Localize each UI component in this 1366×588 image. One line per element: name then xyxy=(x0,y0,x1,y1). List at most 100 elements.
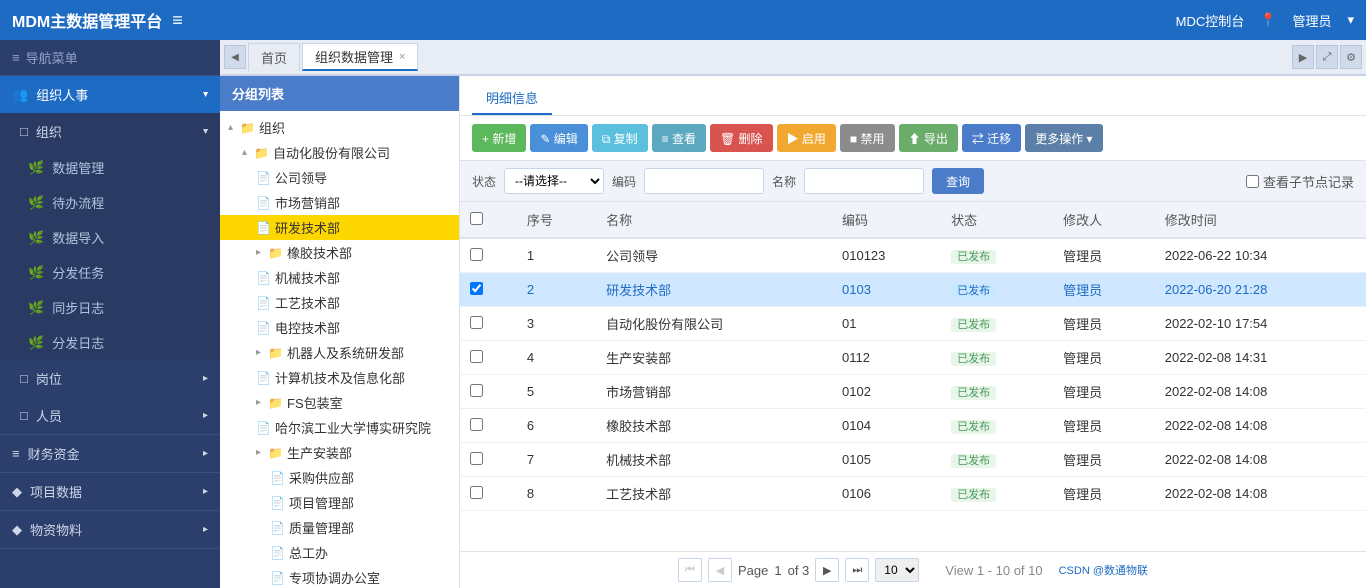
page-next-btn[interactable]: ▶ xyxy=(815,558,839,582)
folder-company-icon: 📁 xyxy=(254,146,270,160)
tree-node-chief-eng[interactable]: 📄 总工办 xyxy=(220,540,459,565)
row-checkbox[interactable] xyxy=(460,443,517,477)
data-import-icon: 🌿 xyxy=(28,230,44,246)
copy-button[interactable]: ⧉ 复制 xyxy=(592,124,648,152)
tree-node-quality[interactable]: 📄 质量管理部 xyxy=(220,515,459,540)
sidebar-item-project[interactable]: ◆ 项目数据 ▸ xyxy=(0,473,220,510)
row-select-checkbox[interactable] xyxy=(470,248,483,261)
name-input[interactable] xyxy=(804,168,924,194)
menu-toggle-icon[interactable]: ≡ xyxy=(172,10,183,31)
table-row[interactable]: 3 自动化股份有限公司 01 已发布 管理员 2022-02-10 17:54 xyxy=(460,307,1366,341)
data-table-container: 序号 名称 编码 状态 修改人 修改时间 1 公司领导 010123 xyxy=(460,202,1366,551)
table-row[interactable]: 4 生产安装部 0112 已发布 管理员 2022-02-08 14:31 xyxy=(460,341,1366,375)
sidebar-item-finance[interactable]: ≡ 财务资金 ▸ xyxy=(0,435,220,472)
tree-node-pm[interactable]: 📄 项目管理部 xyxy=(220,490,459,515)
add-button[interactable]: + 新增 xyxy=(472,124,526,152)
row-select-checkbox[interactable] xyxy=(470,350,483,363)
admin-user[interactable]: 管理员 xyxy=(1292,11,1331,30)
tree-node-company[interactable]: ▴ 📁 自动化股份有限公司 xyxy=(220,140,459,165)
tree-node-company-leader[interactable]: 📄 公司领导 xyxy=(220,165,459,190)
tab-home[interactable]: 首页 xyxy=(248,43,300,71)
tab-next-btn[interactable]: ▶ xyxy=(1292,45,1314,69)
tree-node-rd[interactable]: 📄 研发技术部 xyxy=(220,215,459,240)
row-checkbox[interactable] xyxy=(460,341,517,375)
per-page-select[interactable]: 10 20 50 xyxy=(875,558,919,582)
page-last-btn[interactable]: ⏭ xyxy=(845,558,869,582)
of-label: of 3 xyxy=(788,563,810,578)
sidebar-item-dist-log[interactable]: 🌿 分发日志 xyxy=(0,325,220,360)
row-select-checkbox[interactable] xyxy=(470,384,483,397)
page-prev-btn[interactable]: ◀ xyxy=(708,558,732,582)
tree-node-harbin[interactable]: 📄 哈尔滨工业大学博实研究院 xyxy=(220,415,459,440)
tree-node-special-office[interactable]: 📄 专项协调办公室 xyxy=(220,565,459,588)
check-child-nodes-input[interactable] xyxy=(1246,175,1259,188)
edit-button[interactable]: ✎ 编辑 xyxy=(530,124,587,152)
tree-node-electrical[interactable]: 📄 电控技术部 xyxy=(220,315,459,340)
tab-prev-btn[interactable]: ◀ xyxy=(224,45,246,69)
settings-icon[interactable]: ▾ xyxy=(1347,12,1354,28)
file-computer-icon: 📄 xyxy=(256,371,272,385)
row-checkbox[interactable] xyxy=(460,409,517,443)
row-checkbox[interactable] xyxy=(460,307,517,341)
tab-detail-info[interactable]: 明细信息 xyxy=(472,82,552,115)
select-all-checkbox[interactable] xyxy=(470,212,483,225)
sidebar-item-pending-flow[interactable]: 🌿 待办流程 xyxy=(0,185,220,220)
tab-settings-btn[interactable]: ⚙ xyxy=(1340,45,1362,69)
table-row[interactable]: 6 橡胶技术部 0104 已发布 管理员 2022-02-08 14:08 xyxy=(460,409,1366,443)
tab-maximize-btn[interactable]: ⤢ xyxy=(1316,45,1338,69)
sidebar-item-position[interactable]: □ 岗位 ▸ xyxy=(0,360,220,397)
sidebar-item-data-mgmt[interactable]: 🌿 数据管理 xyxy=(0,150,220,185)
tree-node-production[interactable]: ▸ 📁 生产安装部 xyxy=(220,440,459,465)
delete-button[interactable]: 🗑 删除 xyxy=(710,124,773,152)
table-row[interactable]: 5 市场营销部 0102 已发布 管理员 2022-02-08 14:08 xyxy=(460,375,1366,409)
row-name: 市场营销部 xyxy=(596,375,832,409)
row-select-checkbox[interactable] xyxy=(470,282,483,295)
sidebar-item-org[interactable]: □ 组织 ▸ xyxy=(0,113,220,150)
row-checkbox[interactable] xyxy=(460,477,517,511)
sidebar-item-material[interactable]: ◆ 物资物料 ▸ xyxy=(0,511,220,548)
table-row[interactable]: 1 公司领导 010123 已发布 管理员 2022-06-22 10:34 xyxy=(460,238,1366,273)
row-select-checkbox[interactable] xyxy=(470,316,483,329)
row-select-checkbox[interactable] xyxy=(470,418,483,431)
enable-button[interactable]: ▶ 启用 xyxy=(777,124,836,152)
col-name: 名称 xyxy=(596,202,832,238)
tree-node-org-root[interactable]: ▴ 📁 组织 xyxy=(220,115,459,140)
view-button[interactable]: ≡ 查看 xyxy=(652,124,706,152)
code-input[interactable] xyxy=(644,168,764,194)
row-select-checkbox[interactable] xyxy=(470,486,483,499)
row-select-checkbox[interactable] xyxy=(470,452,483,465)
tree-node-process[interactable]: 📄 工艺技术部 xyxy=(220,290,459,315)
query-button[interactable]: 查询 xyxy=(932,168,984,194)
table-row[interactable]: 7 机械技术部 0105 已发布 管理员 2022-02-08 14:08 xyxy=(460,443,1366,477)
tree-node-fs[interactable]: ▸ 📁 FS包装室 xyxy=(220,390,459,415)
tree-node-mechanical[interactable]: 📄 机械技术部 xyxy=(220,265,459,290)
tab-org-data[interactable]: 组织数据管理 × xyxy=(302,43,418,71)
tab-close-icon[interactable]: × xyxy=(399,51,405,63)
mdc-console-link[interactable]: MDC控制台 xyxy=(1176,11,1245,30)
status-select[interactable]: --请选择-- xyxy=(504,168,604,194)
page-first-btn[interactable]: ⏮ xyxy=(678,558,702,582)
migrate-button[interactable]: ⇄ 迁移 xyxy=(962,124,1021,152)
tree-node-marketing[interactable]: 📄 市场营销部 xyxy=(220,190,459,215)
sidebar-item-sync-log[interactable]: 🌿 同步日志 xyxy=(0,290,220,325)
more-button[interactable]: 更多操作 ▾ xyxy=(1025,124,1102,152)
tree-node-computer[interactable]: 📄 计算机技术及信息化部 xyxy=(220,365,459,390)
name-label: 名称 xyxy=(772,173,796,190)
disable-button[interactable]: ■ 禁用 xyxy=(840,124,895,152)
tree-node-robot[interactable]: ▸ 📁 机器人及系统研发部 xyxy=(220,340,459,365)
row-checkbox[interactable] xyxy=(460,273,517,307)
tree-node-procurement[interactable]: 📄 采购供应部 xyxy=(220,465,459,490)
sidebar-item-org-hr[interactable]: 👥 组织人事 ▸ xyxy=(0,76,220,113)
sidebar-item-person[interactable]: □ 人员 ▸ xyxy=(0,397,220,434)
dist-task-icon: 🌿 xyxy=(28,265,44,281)
table-row[interactable]: 2 研发技术部 0103 已发布 管理员 2022-06-20 21:28 xyxy=(460,273,1366,307)
table-row[interactable]: 8 工艺技术部 0106 已发布 管理员 2022-02-08 14:08 xyxy=(460,477,1366,511)
sidebar-item-data-import[interactable]: 🌿 数据导入 xyxy=(0,220,220,255)
status-badge: 已发布 xyxy=(951,488,996,502)
row-checkbox[interactable] xyxy=(460,375,517,409)
sidebar-item-dist-task[interactable]: 🌿 分发任务 xyxy=(0,255,220,290)
tree-node-rubber[interactable]: ▸ 📁 橡胶技术部 xyxy=(220,240,459,265)
export-button[interactable]: ⬆ 导出 xyxy=(899,124,958,152)
tree-body[interactable]: ▴ 📁 组织 ▴ 📁 自动化股份有限公司 📄 公司领导 xyxy=(220,111,459,588)
row-checkbox[interactable] xyxy=(460,238,517,273)
